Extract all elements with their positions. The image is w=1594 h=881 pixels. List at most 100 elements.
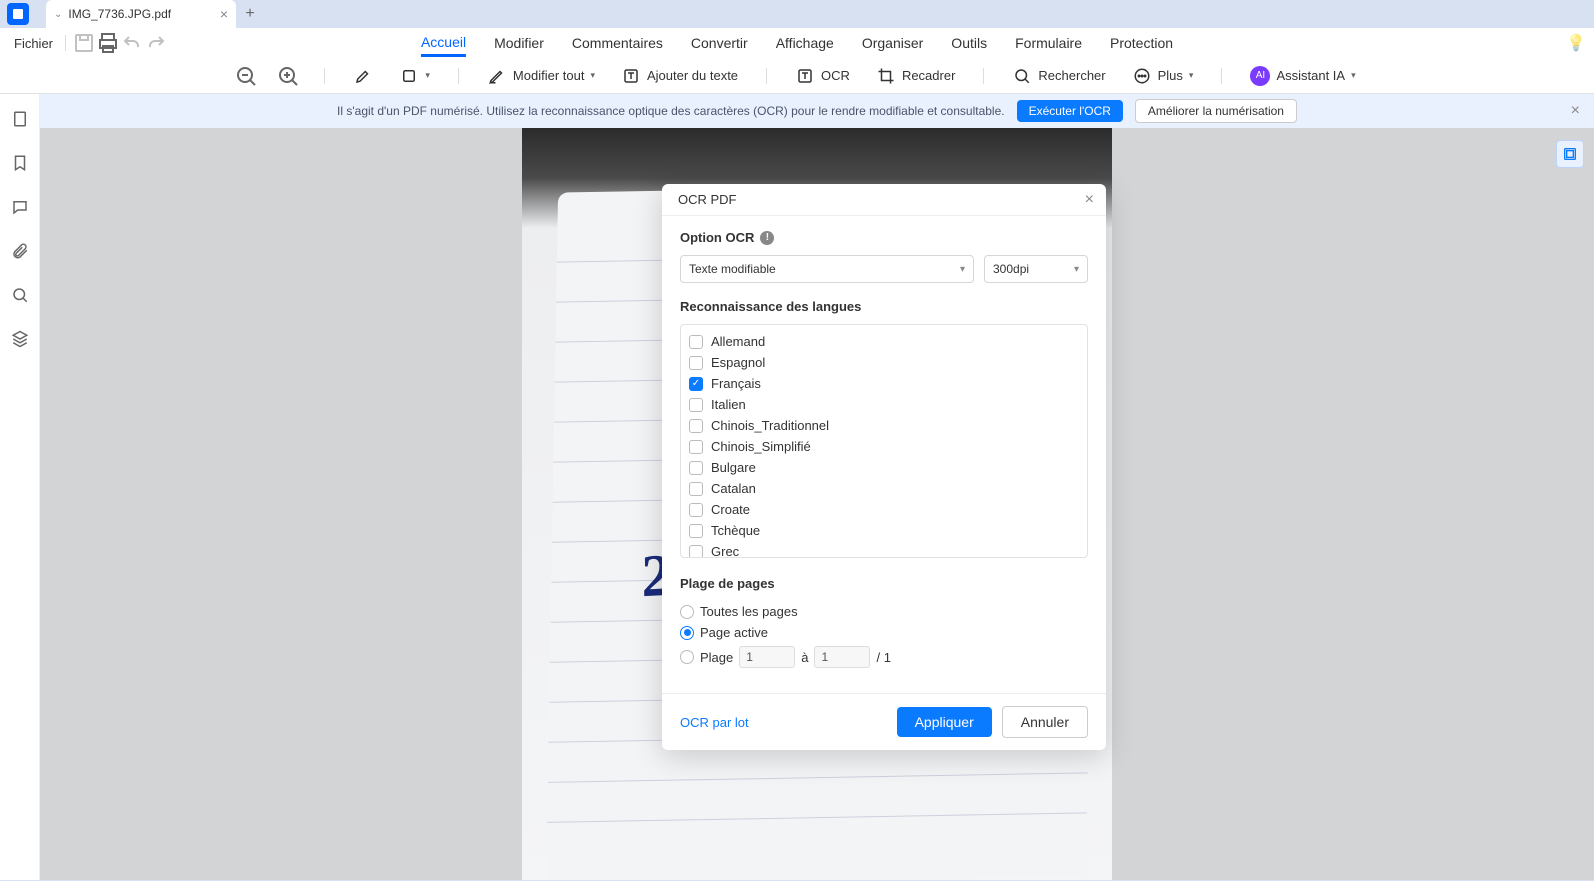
redo-icon: [144, 31, 168, 55]
range-all-text: Toutes les pages: [700, 604, 798, 619]
range-active-radio[interactable]: Page active: [680, 622, 1088, 643]
language-row[interactable]: Chinois_Traditionnel: [689, 415, 1079, 436]
range-to-input[interactable]: [814, 646, 870, 668]
banner-text: Il s'agit d'un PDF numérisé. Utilisez la…: [337, 104, 1005, 118]
checkbox[interactable]: [689, 335, 703, 349]
divider: [458, 68, 459, 84]
checkbox[interactable]: [689, 545, 703, 559]
language-name: Grec: [711, 544, 739, 558]
divider: [766, 68, 767, 84]
divider: [324, 68, 325, 84]
sidebar-bookmarks-icon[interactable]: [9, 152, 31, 174]
range-custom-radio[interactable]: Plage à / 1: [680, 643, 1088, 671]
file-menu[interactable]: Fichier: [8, 34, 59, 53]
language-name: Espagnol: [711, 355, 765, 370]
checkbox[interactable]: [689, 440, 703, 454]
language-row[interactable]: Catalan: [689, 478, 1079, 499]
ocr-tool[interactable]: OCR: [791, 64, 854, 88]
language-row[interactable]: Croate: [689, 499, 1079, 520]
checkbox[interactable]: [689, 419, 703, 433]
radio-icon: [680, 650, 694, 664]
language-name: Chinois_Simplifié: [711, 439, 811, 454]
language-row[interactable]: Bulgare: [689, 457, 1079, 478]
nav-tab-affichage[interactable]: Affichage: [776, 31, 834, 55]
language-row[interactable]: Tchèque: [689, 520, 1079, 541]
new-tab-button[interactable]: +: [236, 0, 264, 28]
nav-tab-outils[interactable]: Outils: [951, 31, 987, 55]
language-row[interactable]: Français: [689, 373, 1079, 394]
add-text-tool[interactable]: Ajouter du texte: [617, 64, 742, 88]
nav-tab-modifier[interactable]: Modifier: [494, 31, 544, 55]
search-label: Rechercher: [1038, 68, 1105, 83]
lightbulb-icon[interactable]: 💡: [1566, 33, 1586, 53]
language-list[interactable]: Allemand Espagnol Français Italien Chinois_T…: [680, 324, 1088, 558]
language-name: Bulgare: [711, 460, 756, 475]
checkbox[interactable]: [689, 482, 703, 496]
cancel-button[interactable]: Annuler: [1002, 706, 1088, 738]
language-row[interactable]: Chinois_Simplifié: [689, 436, 1079, 457]
zoom-out-icon[interactable]: [234, 64, 258, 88]
checkbox[interactable]: [689, 356, 703, 370]
nav-tab-accueil[interactable]: Accueil: [421, 30, 466, 57]
sidebar-thumbnails-icon[interactable]: [9, 108, 31, 130]
highlighter-tool[interactable]: [349, 64, 377, 88]
banner-run-ocr-button[interactable]: Exécuter l'OCR: [1017, 100, 1123, 122]
crop-tool[interactable]: Recadrer: [872, 64, 959, 88]
nav-tab-organiser[interactable]: Organiser: [862, 31, 923, 55]
apply-button[interactable]: Appliquer: [897, 707, 992, 737]
banner-improve-scan-button[interactable]: Améliorer la numérisation: [1135, 99, 1297, 123]
dialog-title: OCR PDF: [678, 192, 737, 207]
language-row[interactable]: Grec: [689, 541, 1079, 558]
sidebar-right-toggle[interactable]: [1556, 140, 1584, 168]
sidebar-comments-icon[interactable]: [9, 196, 31, 218]
batch-ocr-link[interactable]: OCR par lot: [680, 715, 749, 730]
search-tool[interactable]: Rechercher: [1008, 64, 1109, 88]
checkbox[interactable]: [689, 398, 703, 412]
dialog-close-icon[interactable]: ×: [1085, 191, 1094, 209]
edit-all-tool[interactable]: Modifier tout▾: [483, 64, 599, 88]
info-icon[interactable]: !: [760, 231, 774, 245]
undo-icon: [120, 31, 144, 55]
app-logo: [0, 0, 36, 28]
ai-assistant-tool[interactable]: AIAssistant IA▾: [1246, 64, 1359, 88]
sidebar-search-icon[interactable]: [9, 284, 31, 306]
nav-tab-formulaire[interactable]: Formulaire: [1015, 31, 1082, 55]
tab-title: IMG_7736.JPG.pdf: [68, 7, 171, 21]
range-all-radio[interactable]: Toutes les pages: [680, 601, 1088, 622]
nav-tab-protection[interactable]: Protection: [1110, 31, 1173, 55]
checkbox[interactable]: [689, 377, 703, 391]
checkbox[interactable]: [689, 524, 703, 538]
add-text-label: Ajouter du texte: [647, 68, 738, 83]
ocr-mode-select[interactable]: Texte modifiable ▾: [680, 255, 974, 283]
language-name: Français: [711, 376, 761, 391]
sidebar-attachments-icon[interactable]: [9, 240, 31, 262]
language-label: Reconnaissance des langues: [680, 299, 861, 314]
range-from-input[interactable]: [739, 646, 795, 668]
save-icon: [72, 31, 96, 55]
checkbox[interactable]: [689, 503, 703, 517]
banner-close-icon[interactable]: ×: [1571, 102, 1580, 120]
dpi-select[interactable]: 300dpi ▾: [984, 255, 1088, 283]
more-tool[interactable]: Plus▾: [1128, 64, 1198, 88]
language-name: Italien: [711, 397, 746, 412]
nav-tab-commentaires[interactable]: Commentaires: [572, 31, 663, 55]
ocr-label: OCR: [821, 68, 850, 83]
zoom-in-icon[interactable]: [276, 64, 300, 88]
ocr-mode-value: Texte modifiable: [689, 262, 776, 276]
ai-label: Assistant IA: [1276, 68, 1345, 83]
language-row[interactable]: Allemand: [689, 331, 1079, 352]
checkbox[interactable]: [689, 461, 703, 475]
print-icon[interactable]: [96, 31, 120, 55]
tab-close-icon[interactable]: ×: [220, 6, 228, 22]
option-ocr-label: Option OCR: [680, 230, 754, 245]
nav-tab-convertir[interactable]: Convertir: [691, 31, 748, 55]
document-tab[interactable]: ⌄ IMG_7736.JPG.pdf ×: [46, 0, 236, 28]
radio-icon: [680, 605, 694, 619]
language-row[interactable]: Espagnol: [689, 352, 1079, 373]
language-row[interactable]: Italien: [689, 394, 1079, 415]
shape-tool[interactable]: ▾: [395, 64, 434, 88]
ai-icon: AI: [1250, 66, 1270, 86]
chevron-down-icon: ▾: [960, 264, 965, 275]
sidebar-layers-icon[interactable]: [9, 328, 31, 350]
language-name: Allemand: [711, 334, 765, 349]
